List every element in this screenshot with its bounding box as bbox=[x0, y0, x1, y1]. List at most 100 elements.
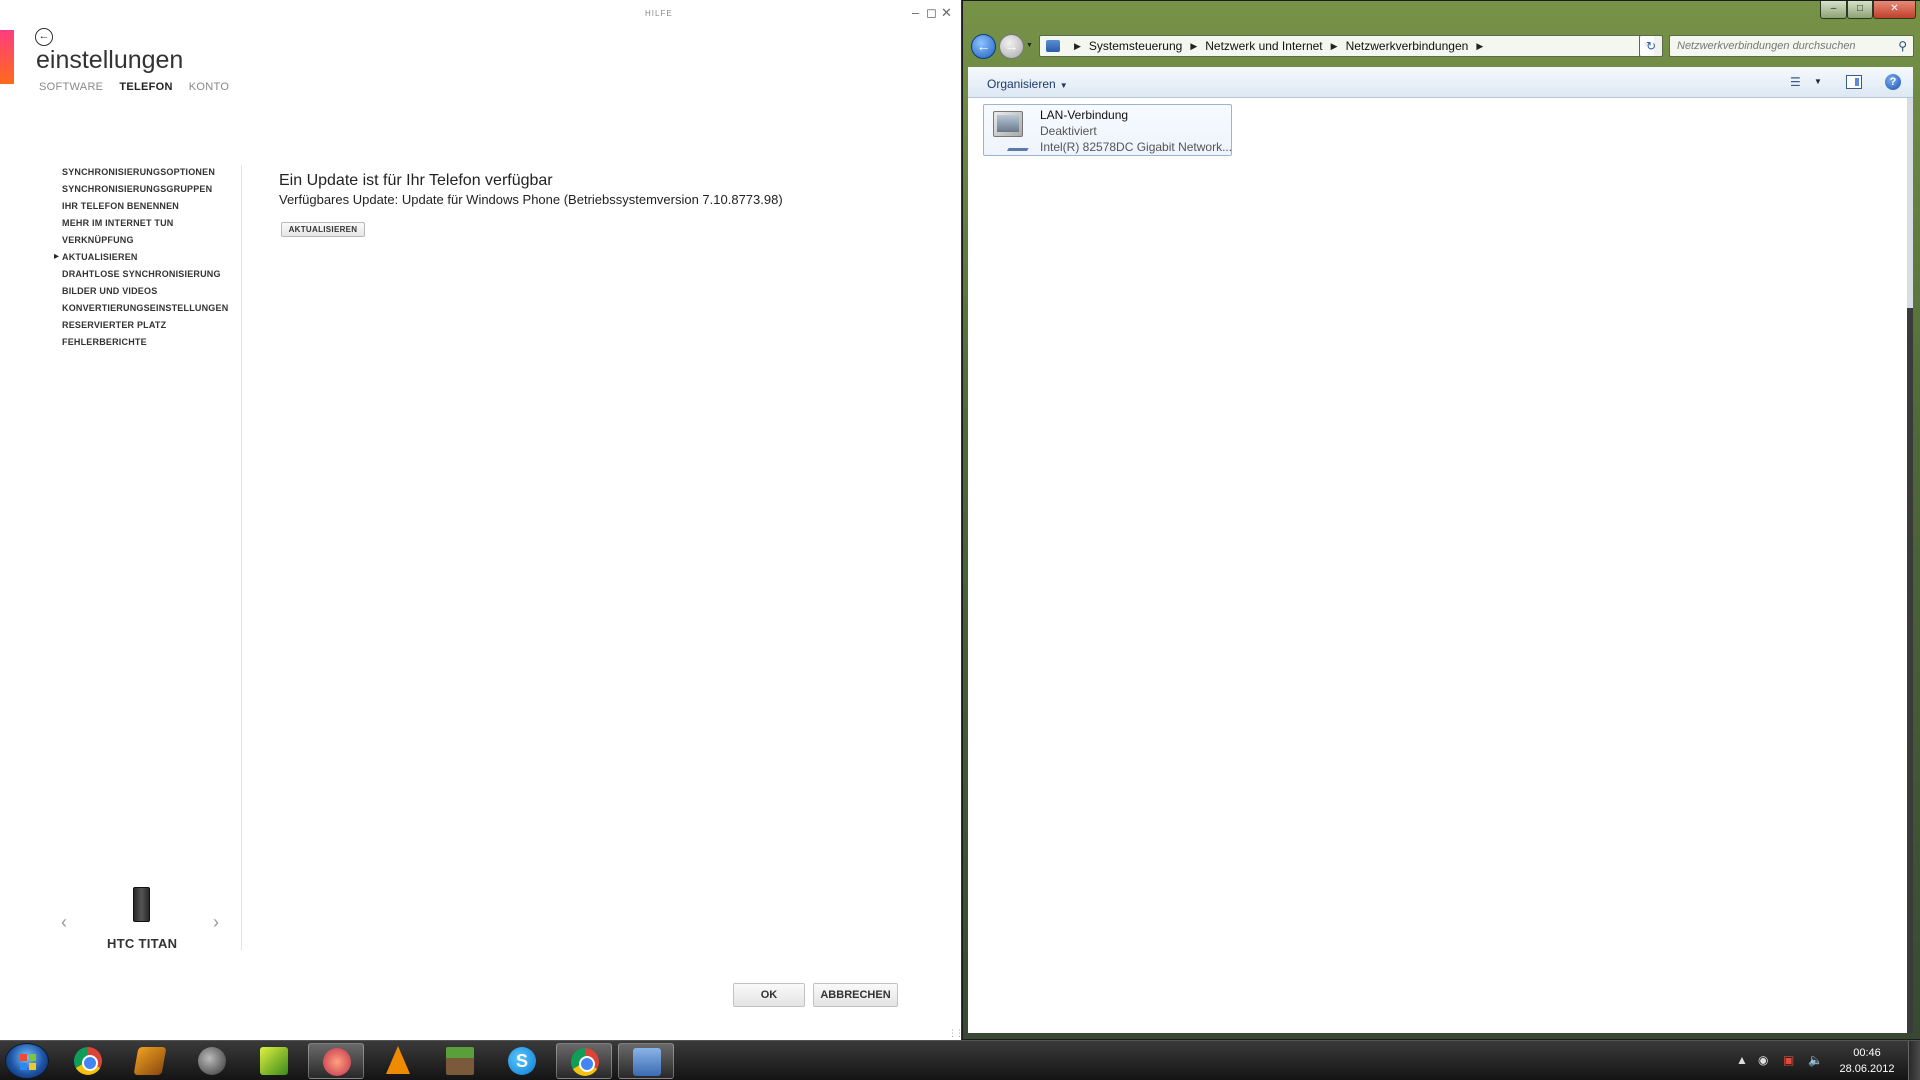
phone-name: HTC TITAN bbox=[107, 936, 178, 951]
recent-pages-dropdown-icon[interactable]: ▼ bbox=[1026, 42, 1033, 49]
page-title: einstellungen bbox=[36, 46, 184, 74]
menu-item-conversion[interactable]: KONVERTIERUNGSEINSTELLUNGEN bbox=[62, 301, 228, 318]
update-button[interactable]: AKTUALISIEREN bbox=[281, 222, 365, 237]
back-arrow-icon[interactable]: ← bbox=[35, 28, 53, 46]
chevron-left-icon[interactable]: ‹ bbox=[61, 912, 67, 933]
scrollbar-track bbox=[1907, 308, 1913, 1033]
preview-pane-icon[interactable] bbox=[1846, 75, 1862, 89]
divider bbox=[241, 165, 242, 950]
zune-accent-bar bbox=[0, 30, 14, 84]
taskbar-skype[interactable]: S bbox=[494, 1043, 550, 1079]
chrome-icon bbox=[74, 1047, 102, 1075]
resize-grip-icon[interactable]: ⋮⋮ bbox=[948, 1028, 964, 1039]
volume-icon[interactable]: 🔈 bbox=[1808, 1053, 1823, 1067]
refresh-icon[interactable]: ↻ bbox=[1639, 35, 1663, 57]
chevron-down-icon: ▼ bbox=[1059, 81, 1068, 90]
breadcrumb-separator-icon[interactable]: ▶ bbox=[1476, 41, 1483, 52]
network-connection-item[interactable]: LAN-Verbindung Deaktiviert Intel(R) 8257… bbox=[983, 104, 1232, 156]
network-connections-icon bbox=[633, 1048, 661, 1076]
taskbar-minecraft[interactable] bbox=[432, 1043, 488, 1079]
phone-icon bbox=[133, 887, 150, 922]
help-icon[interactable]: ? bbox=[1885, 74, 1901, 90]
tab-software[interactable]: SOFTWARE bbox=[39, 81, 103, 93]
breadcrumb-separator-icon[interactable]: ▶ bbox=[1331, 41, 1338, 52]
start-button[interactable] bbox=[5, 1043, 49, 1079]
file-list: LAN-Verbindung Deaktiviert Intel(R) 8257… bbox=[968, 98, 1913, 1033]
update-detail: Verfügbares Update: Update für Windows P… bbox=[279, 192, 783, 207]
menu-item-link[interactable]: VERKNÜPFUNG bbox=[62, 233, 228, 250]
menu-item-wireless-sync[interactable]: DRAHTLOSE SYNCHRONISIERUNG bbox=[62, 267, 228, 284]
forward-button[interactable]: → bbox=[999, 34, 1024, 59]
connection-name: LAN-Verbindung bbox=[1040, 108, 1129, 122]
minecraft-icon bbox=[446, 1047, 474, 1075]
skype-icon: S bbox=[508, 1047, 536, 1075]
command-bar: Organisieren ▼ ☰ ▼ ? bbox=[968, 67, 1913, 98]
clock[interactable]: 00:46 28.06.2012 bbox=[1830, 1045, 1904, 1077]
menu-item-error-reports[interactable]: FEHLERBERICHTE bbox=[62, 335, 228, 352]
chrome-icon bbox=[571, 1048, 599, 1076]
breadcrumb-netzwerkverbindungen[interactable]: Netzwerkverbindungen bbox=[1346, 39, 1469, 53]
menu-item-pictures-videos[interactable]: BILDER UND VIDEOS bbox=[62, 284, 228, 301]
tab-konto[interactable]: KONTO bbox=[189, 81, 229, 93]
taskbar-app-x[interactable] bbox=[246, 1043, 302, 1079]
connection-adapter: Intel(R) 82578DC Gigabit Network... bbox=[1040, 140, 1233, 154]
organize-button[interactable]: Organisieren ▼ bbox=[987, 77, 1068, 91]
explorer-window: – □ ✕ ← → ▼ ▶ Systemsteuerung ▶ Netzwerk… bbox=[961, 0, 1920, 1040]
clock-time: 00:46 bbox=[1853, 1047, 1881, 1059]
minimize-icon[interactable]: – bbox=[912, 6, 919, 20]
network-warning-icon[interactable]: ▣ bbox=[1783, 1053, 1794, 1067]
connection-status: Deaktiviert bbox=[1040, 124, 1097, 138]
taskbar-chrome-2[interactable] bbox=[556, 1043, 612, 1079]
taskbar-winamp[interactable] bbox=[122, 1043, 178, 1079]
network-adapter-icon bbox=[989, 109, 1036, 153]
show-hidden-icons-icon[interactable]: ▲ bbox=[1736, 1053, 1748, 1067]
help-link[interactable]: HILFE bbox=[645, 9, 673, 18]
back-button[interactable]: ← bbox=[971, 34, 996, 59]
close-button[interactable]: ✕ bbox=[1873, 1, 1916, 19]
control-panel-icon bbox=[1046, 40, 1060, 52]
update-heading: Ein Update ist für Ihr Telefon verfügbar bbox=[279, 172, 553, 189]
taskbar-network-connections[interactable] bbox=[618, 1043, 674, 1079]
menu-item-internet[interactable]: MEHR IM INTERNET TUN bbox=[62, 216, 228, 233]
address-bar[interactable]: ▶ Systemsteuerung ▶ Netzwerk und Interne… bbox=[1039, 35, 1655, 57]
settings-menu: SYNCHRONISIERUNGSOPTIONEN SYNCHRONISIERU… bbox=[54, 165, 228, 352]
zune-icon bbox=[323, 1048, 351, 1076]
menu-item-update[interactable]: AKTUALISIEREN bbox=[54, 250, 228, 267]
zune-window: ← einstellungen SOFTWARE TELEFON KONTO H… bbox=[0, 0, 964, 1040]
taskbar-zune[interactable] bbox=[308, 1043, 364, 1079]
breadcrumb-separator-icon[interactable]: ▶ bbox=[1190, 41, 1197, 52]
taskbar-steam[interactable] bbox=[184, 1043, 240, 1079]
minimize-button[interactable]: – bbox=[1820, 1, 1847, 19]
menu-item-sync-groups[interactable]: SYNCHRONISIERUNGSGRUPPEN bbox=[62, 182, 228, 199]
cancel-button[interactable]: ABBRECHEN bbox=[813, 983, 898, 1007]
breadcrumb-netzwerk[interactable]: Netzwerk und Internet bbox=[1205, 39, 1322, 53]
taskbar-vlc[interactable] bbox=[370, 1043, 426, 1079]
menu-item-sync-options[interactable]: SYNCHRONISIERUNGSOPTIONEN bbox=[62, 165, 228, 182]
show-desktop-button[interactable] bbox=[1908, 1041, 1920, 1080]
ok-button[interactable]: OK bbox=[733, 983, 805, 1007]
breadcrumb-systemsteuerung[interactable]: Systemsteuerung bbox=[1089, 39, 1182, 53]
winamp-icon bbox=[133, 1047, 167, 1075]
view-dropdown-icon[interactable]: ▼ bbox=[1814, 77, 1822, 86]
settings-tabs: SOFTWARE TELEFON KONTO bbox=[39, 81, 229, 93]
maximize-icon[interactable]: ◻ bbox=[926, 6, 937, 20]
taskbar: S ▲ ◉ ▣ 🔈 00:46 28.06.2012 bbox=[0, 1040, 1920, 1080]
view-options-icon[interactable]: ☰ bbox=[1790, 75, 1808, 89]
maximize-button[interactable]: □ bbox=[1847, 1, 1873, 19]
app-x-icon bbox=[260, 1047, 288, 1075]
search-input[interactable]: Netzwerkverbindungen durchsuchen ⚲ bbox=[1669, 35, 1914, 57]
menu-item-rename-phone[interactable]: IHR TELEFON BENENNEN bbox=[62, 199, 228, 216]
search-placeholder: Netzwerkverbindungen durchsuchen bbox=[1677, 40, 1856, 52]
close-icon[interactable]: ✕ bbox=[941, 6, 952, 20]
menu-item-reserved-space[interactable]: RESERVIERTER PLATZ bbox=[62, 318, 228, 335]
steam-icon bbox=[198, 1047, 226, 1075]
breadcrumb-separator-icon[interactable]: ▶ bbox=[1074, 41, 1081, 52]
search-icon[interactable]: ⚲ bbox=[1898, 36, 1907, 56]
organize-label: Organisieren bbox=[987, 77, 1056, 91]
security-icon[interactable]: ◉ bbox=[1758, 1053, 1768, 1067]
taskbar-chrome[interactable] bbox=[60, 1043, 116, 1079]
vlc-icon bbox=[386, 1046, 410, 1074]
scrollbar[interactable] bbox=[1907, 98, 1913, 308]
tab-telefon[interactable]: TELEFON bbox=[119, 81, 172, 93]
chevron-right-icon[interactable]: › bbox=[213, 912, 219, 933]
